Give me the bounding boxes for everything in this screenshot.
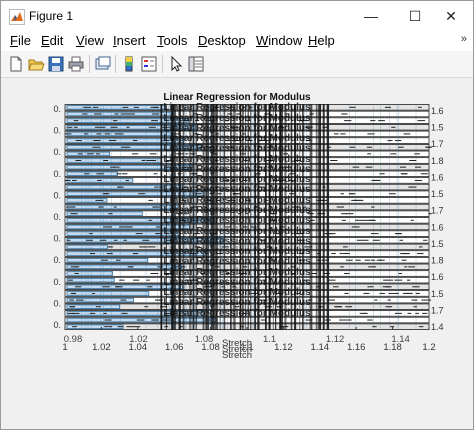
toolbar-separator	[115, 55, 116, 73]
chart-title: Linear Regression for Modulus	[163, 307, 311, 319]
close-button[interactable]: ✕	[429, 1, 473, 31]
menu-desktop[interactable]: Desktop	[198, 33, 246, 48]
x-axis-label: Stretch	[221, 350, 253, 361]
menu-edit[interactable]: Edit	[41, 33, 63, 48]
open-file-icon[interactable]	[27, 55, 45, 73]
figure-canvas[interactable]: 0. 0. 0. 0. 0. 0. 0. 0. 0. 0. 0. 1.6 1.5 1.7 1.8 1.6 1.5…	[1, 78, 473, 429]
menu-file[interactable]: File	[10, 33, 31, 48]
minimize-icon: —	[364, 8, 378, 24]
toolbar-separator	[162, 55, 163, 73]
insert-colorbar-icon[interactable]	[120, 55, 138, 73]
menu-tools[interactable]: Tools	[157, 33, 187, 48]
new-figure-icon[interactable]	[7, 55, 25, 73]
property-inspector-icon[interactable]	[187, 55, 205, 73]
link-plot-icon[interactable]	[94, 55, 112, 73]
title-bar[interactable]: Figure 1 — ☐ ✕	[1, 1, 473, 31]
close-icon: ✕	[445, 7, 457, 24]
pointer-icon[interactable]	[167, 55, 185, 73]
y-tick-label: 0.	[53, 320, 61, 330]
toolbar-separator	[89, 55, 90, 73]
save-icon[interactable]	[47, 55, 65, 73]
print-icon[interactable]	[67, 55, 85, 73]
menu-bar: File Edit View Insert Tools Desktop Wind…	[1, 31, 473, 51]
figure-window: Figure 1 — ☐ ✕ File Edit View Insert Too…	[0, 0, 474, 430]
figure-toolbar	[1, 51, 473, 78]
y-tick-label-right: 1.4	[431, 322, 444, 332]
insert-legend-icon[interactable]	[140, 55, 158, 73]
menu-view[interactable]: View	[76, 33, 104, 48]
maximize-icon: ☐	[408, 7, 422, 24]
menu-overflow-icon[interactable]: »	[461, 33, 467, 45]
window-title: Figure 1	[29, 9, 74, 23]
menu-help[interactable]: Help	[308, 33, 335, 48]
menu-insert[interactable]: Insert	[113, 33, 146, 48]
minimize-button[interactable]: —	[349, 1, 393, 31]
matlab-app-icon	[9, 9, 25, 25]
menu-window[interactable]: Window	[256, 33, 302, 48]
